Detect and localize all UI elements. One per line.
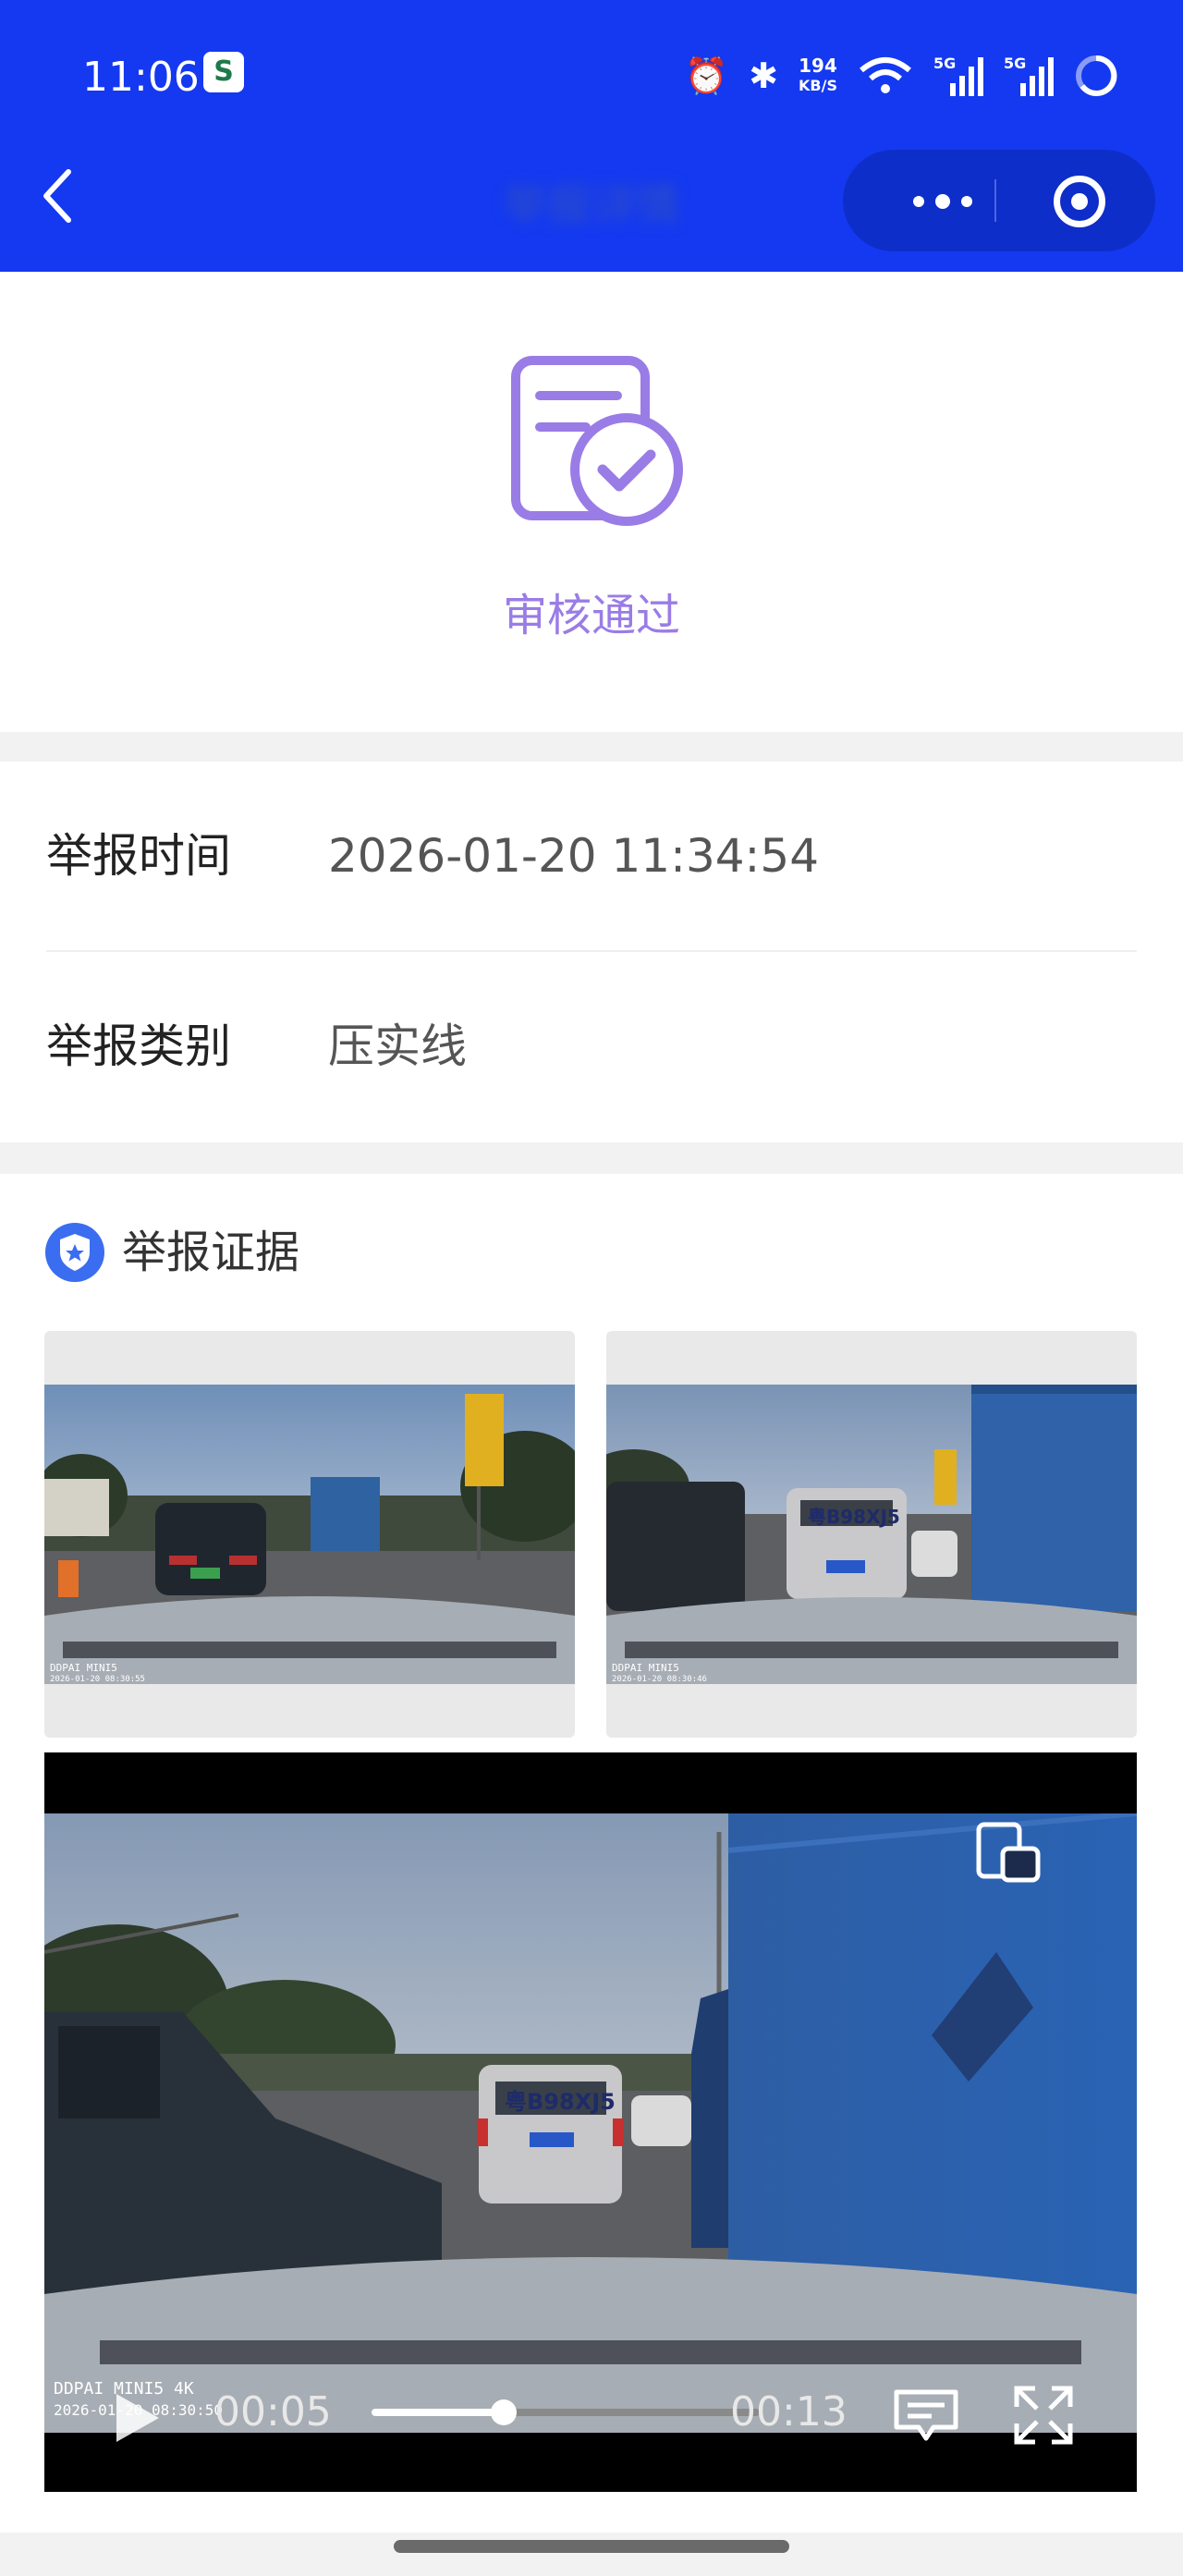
svg-text:5G: 5G bbox=[1004, 55, 1026, 72]
play-icon[interactable] bbox=[111, 2390, 163, 2446]
photo-caption: DDPAI MINI5 bbox=[612, 1662, 679, 1674]
danmaku-icon[interactable] bbox=[891, 2387, 961, 2444]
back-button[interactable] bbox=[39, 166, 94, 240]
report-type-value: 压实线 bbox=[328, 1019, 467, 1073]
evidence-video-player[interactable]: 粤B98XJ5 bbox=[44, 1752, 1137, 2492]
picture-in-picture-icon[interactable] bbox=[975, 1821, 1042, 1884]
evidence-title: 举报证据 bbox=[122, 1227, 300, 1278]
photo-plate: 粤B98XJ5 bbox=[808, 1506, 900, 1528]
bluetooth-icon: ✱ bbox=[749, 55, 779, 96]
evidence-photo-1[interactable]: DDPAI MINI5 2026-01-20 08:30:55 bbox=[44, 1331, 575, 1738]
evidence-photo-2[interactable]: 粤B98XJ5 DDPAI MINI5 2026-01-20 08:30:46 bbox=[606, 1331, 1137, 1738]
close-target-icon[interactable] bbox=[1054, 176, 1105, 227]
shield-star-icon bbox=[45, 1223, 104, 1282]
signal-5g-icon: 5G bbox=[933, 55, 983, 96]
dashcam-photo-1: DDPAI MINI5 2026-01-20 08:30:55 bbox=[44, 1385, 575, 1684]
fullscreen-icon[interactable] bbox=[1011, 2383, 1076, 2448]
signal-5g-icon: 5G bbox=[1004, 55, 1054, 96]
report-time-label: 举报时间 bbox=[46, 829, 231, 883]
alarm-icon: ⏰ bbox=[684, 55, 729, 96]
home-indicator[interactable] bbox=[394, 2540, 789, 2553]
app-notification-icon: S bbox=[203, 52, 244, 92]
status-bar-icons: ⏰ ✱ 194 KB/S 5G 5G bbox=[685, 46, 1118, 105]
dashcam-photo-2: 粤B98XJ5 DDPAI MINI5 2026-01-20 08:30:46 bbox=[606, 1385, 1137, 1684]
video-frame: 粤B98XJ5 bbox=[44, 1813, 1137, 2433]
more-dots-icon[interactable] bbox=[898, 168, 1002, 233]
report-info-card bbox=[0, 762, 1183, 1142]
photo-stamp: 2026-01-20 08:30:46 bbox=[612, 1675, 707, 1684]
video-progress-fill bbox=[372, 2409, 504, 2416]
photo-caption: DDPAI MINI5 bbox=[50, 1662, 117, 1674]
video-progress-handle[interactable] bbox=[490, 2399, 517, 2425]
review-status-text: 审核通过 bbox=[502, 590, 680, 641]
report-type-label: 举报类别 bbox=[46, 1019, 231, 1073]
chevron-left-icon bbox=[43, 169, 71, 223]
video-total-time: 00:13 bbox=[730, 2388, 848, 2436]
page-title: 举报详情 bbox=[502, 179, 680, 231]
mini-program-capsule bbox=[843, 150, 1155, 251]
network-speed: 194 KB/S bbox=[799, 55, 837, 96]
wifi-icon bbox=[860, 57, 911, 93]
svg-text:5G: 5G bbox=[933, 55, 956, 72]
photo-stamp: 2026-01-20 08:30:55 bbox=[50, 1675, 145, 1684]
video-plate: 粤B98XJ5 bbox=[505, 2089, 616, 2115]
divider bbox=[46, 950, 1137, 952]
capsule-divider bbox=[994, 179, 996, 222]
report-time-value: 2026-01-20 11:34:54 bbox=[328, 829, 820, 883]
network-speed-unit: KB/S bbox=[799, 77, 837, 94]
battery-icon bbox=[1076, 55, 1117, 96]
approved-document-icon bbox=[511, 356, 683, 526]
status-bar-time: 11:06 bbox=[82, 54, 200, 101]
network-speed-value: 194 bbox=[799, 55, 837, 77]
video-current-time: 00:05 bbox=[214, 2388, 332, 2436]
